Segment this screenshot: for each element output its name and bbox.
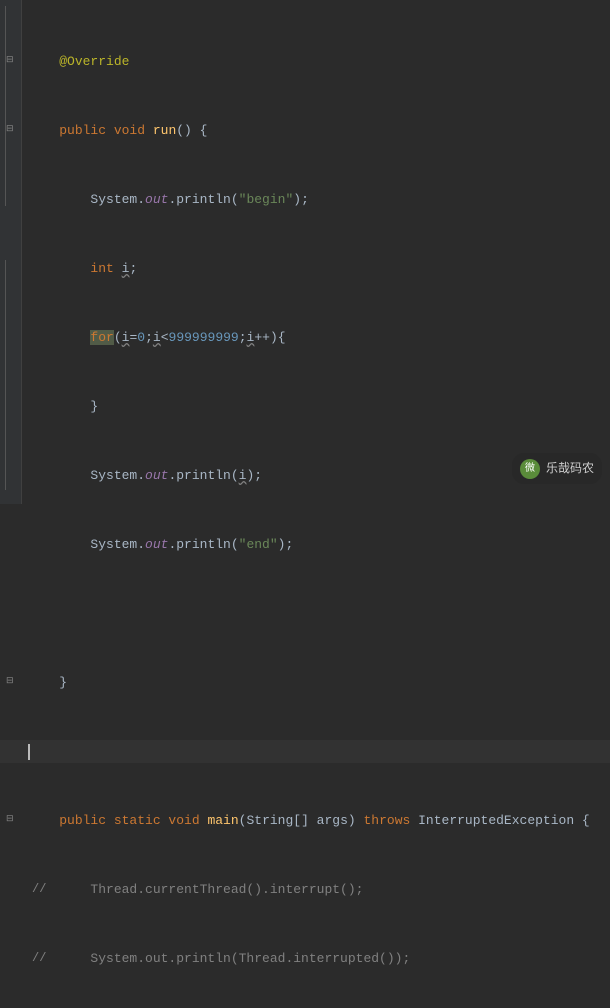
code-editor[interactable]: ⊟ @Override ⊟ public void run() { System… bbox=[0, 0, 610, 1008]
code-line: ⊟ } bbox=[28, 671, 610, 694]
code-line-comment: // Thread.currentThread().interrupt(); bbox=[28, 878, 610, 901]
text-caret bbox=[28, 744, 30, 760]
code-line: ⊟ public static void main(String[] args)… bbox=[28, 809, 610, 832]
comment-gutter-icon: // bbox=[32, 878, 46, 901]
fold-minus-icon[interactable]: ⊟ bbox=[6, 125, 15, 134]
code-line: System.out.println("end"); bbox=[28, 533, 610, 556]
watermark-badge: 微 乐哉码农 bbox=[512, 453, 602, 484]
code-line: System.out.println("begin"); bbox=[28, 188, 610, 211]
editor-gutter bbox=[0, 0, 22, 504]
code-line: ⊟ public void run() { bbox=[28, 119, 610, 142]
code-line: int i; bbox=[28, 257, 610, 280]
comment-gutter-icon: // bbox=[32, 947, 46, 970]
code-line bbox=[28, 602, 610, 625]
fold-minus-icon[interactable]: ⊟ bbox=[6, 815, 15, 824]
code-line: ⊟ @Override bbox=[28, 50, 610, 73]
fold-minus-icon[interactable]: ⊟ bbox=[6, 56, 15, 65]
code-line: } bbox=[28, 395, 610, 418]
watermark-text: 乐哉码农 bbox=[546, 457, 594, 480]
code-line: for(i=0;i<999999999;i++){ bbox=[28, 326, 610, 349]
wechat-icon: 微 bbox=[520, 459, 540, 479]
caret-line bbox=[0, 740, 610, 763]
code-line-comment: // System.out.println(Thread.interrupted… bbox=[28, 947, 610, 970]
fold-minus-icon[interactable]: ⊟ bbox=[6, 677, 15, 686]
